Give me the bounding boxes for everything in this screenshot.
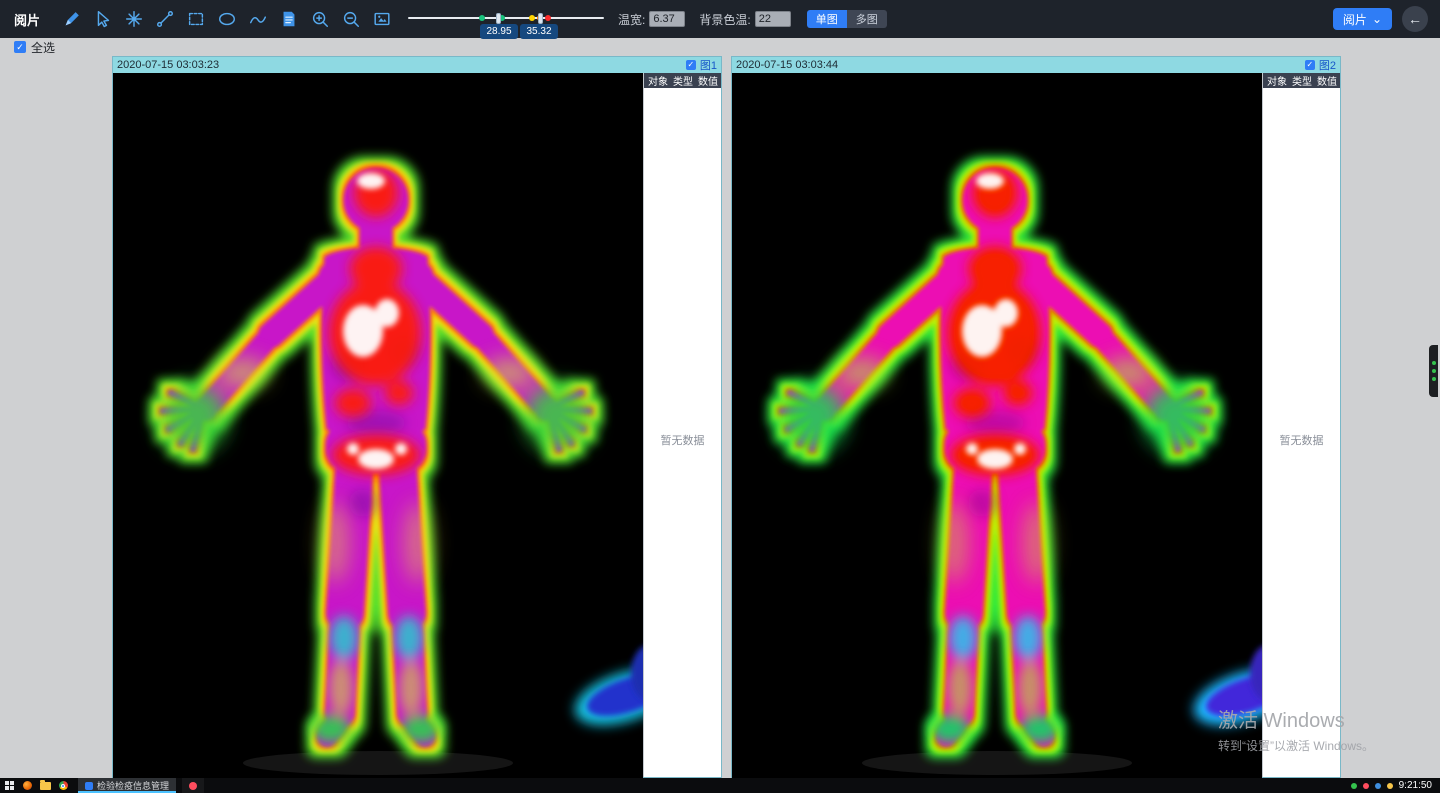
start-button[interactable]: [0, 778, 18, 793]
image-panel-1: 2020-07-15 03:03:23 图1 对象 类型 数值 暂无数据: [112, 56, 722, 778]
panel-2-checkbox[interactable]: [1305, 60, 1315, 70]
capture-icon[interactable]: [370, 7, 394, 31]
slider-dot-red: [545, 15, 551, 21]
ellipse-icon[interactable]: [215, 7, 239, 31]
line-measure-icon[interactable]: [153, 7, 177, 31]
tool-group: [60, 7, 394, 31]
toolbar: 阅片 28.95 35.32 温宽:: [0, 0, 1440, 38]
back-button[interactable]: ←: [1402, 6, 1428, 32]
app-window-icon-2: [189, 782, 197, 790]
panel-1-timestamp: 2020-07-15 03:03:23: [117, 59, 219, 71]
arrow-left-icon: ←: [1408, 11, 1422, 27]
panel-2-empty-text: 暂无数据: [1263, 432, 1340, 448]
curve-icon[interactable]: [246, 7, 270, 31]
windows-taskbar: 检验检疫信息管理 9:21:50: [0, 778, 1440, 793]
select-all-row: 全选: [0, 38, 1440, 56]
rect-select-icon[interactable]: [184, 7, 208, 31]
bg-temp-group: 背景色温:: [699, 11, 790, 28]
col-object: 对象: [648, 73, 668, 88]
explorer-icon[interactable]: [36, 778, 54, 793]
temperature-range-slider[interactable]: 28.95 35.32: [408, 0, 604, 38]
browser-icon[interactable]: [18, 778, 36, 793]
cursor-icon[interactable]: [91, 7, 115, 31]
col-value: 数值: [1317, 73, 1337, 88]
panels-container: 2020-07-15 03:03:23 图1 对象 类型 数值 暂无数据: [112, 56, 1341, 778]
taskbar-app-button-2[interactable]: [182, 778, 204, 793]
panel-2-table-header: 对象 类型 数值: [1263, 73, 1340, 88]
marker-icon[interactable]: [60, 7, 84, 31]
select-all-label: 全选: [31, 39, 55, 56]
span-input[interactable]: [649, 11, 685, 27]
multi-view-button[interactable]: 多图: [847, 10, 887, 28]
side-panel-handle[interactable]: [1429, 345, 1438, 397]
tray-icon-green[interactable]: [1351, 783, 1357, 789]
panel-1-table-header: 对象 类型 数值: [644, 73, 721, 88]
bg-temp-input[interactable]: [755, 11, 791, 27]
span-group: 温宽:: [618, 11, 685, 28]
crosshair-icon[interactable]: [122, 7, 146, 31]
slider-dot-green: [479, 15, 485, 21]
range-high-badge: 35.32: [520, 24, 558, 39]
zoom-out-icon[interactable]: [339, 7, 363, 31]
tray-icon-yellow[interactable]: [1387, 783, 1393, 789]
panel-2-label: 图2: [1319, 57, 1336, 73]
panel-1-empty-text: 暂无数据: [644, 432, 721, 448]
app-title: 阅片: [14, 10, 40, 29]
col-type: 类型: [673, 73, 693, 88]
slider-handle-high[interactable]: [538, 13, 543, 24]
panel-2-data-sidebar: 对象 类型 数值 暂无数据: [1262, 73, 1340, 777]
col-object: 对象: [1267, 73, 1287, 88]
image-panel-2: 2020-07-15 03:03:44 图2 对象 类型 数值 暂无数据: [731, 56, 1341, 778]
review-dropdown-label: 阅片: [1343, 11, 1367, 28]
slider-track[interactable]: [408, 17, 604, 19]
app-window: 阅片 28.95 35.32 温宽:: [0, 0, 1440, 793]
col-value: 数值: [698, 73, 718, 88]
review-dropdown-button[interactable]: 阅片 ⌄: [1333, 8, 1392, 30]
select-all-checkbox[interactable]: [14, 41, 26, 53]
panel-2-timestamp: 2020-07-15 03:03:44: [736, 59, 838, 71]
view-mode-switch: 单图 多图: [807, 10, 887, 28]
taskbar-app-label: 检验检疫信息管理: [97, 779, 169, 792]
panel-1-label: 图1: [700, 57, 717, 73]
thermal-image-2[interactable]: [732, 73, 1262, 779]
app-window-icon: [85, 782, 93, 790]
range-low-badge: 28.95: [480, 24, 518, 39]
panel-2-header: 2020-07-15 03:03:44 图2: [732, 57, 1340, 73]
zoom-in-icon[interactable]: [308, 7, 332, 31]
slider-dot-yellow: [529, 15, 535, 21]
thermal-image-1[interactable]: [113, 73, 643, 779]
system-tray: 9:21:50: [1351, 780, 1440, 791]
note-icon[interactable]: [277, 7, 301, 31]
windows-logo-icon: [5, 781, 14, 790]
col-type: 类型: [1292, 73, 1312, 88]
taskbar-app-button[interactable]: 检验检疫信息管理: [78, 778, 176, 793]
chrome-icon[interactable]: [54, 778, 72, 793]
panel-1-checkbox[interactable]: [686, 60, 696, 70]
chevron-down-icon: ⌄: [1372, 12, 1382, 26]
bg-temp-label: 背景色温:: [699, 11, 750, 28]
panel-1-data-sidebar: 对象 类型 数值 暂无数据: [643, 73, 721, 777]
single-view-button[interactable]: 单图: [807, 10, 847, 28]
tray-icon-blue[interactable]: [1375, 783, 1381, 789]
taskbar-clock: 9:21:50: [1399, 780, 1432, 791]
span-label: 温宽:: [618, 11, 645, 28]
panel-1-header: 2020-07-15 03:03:23 图1: [113, 57, 721, 73]
tray-icon-red[interactable]: [1363, 783, 1369, 789]
slider-handle-low[interactable]: [496, 13, 501, 24]
